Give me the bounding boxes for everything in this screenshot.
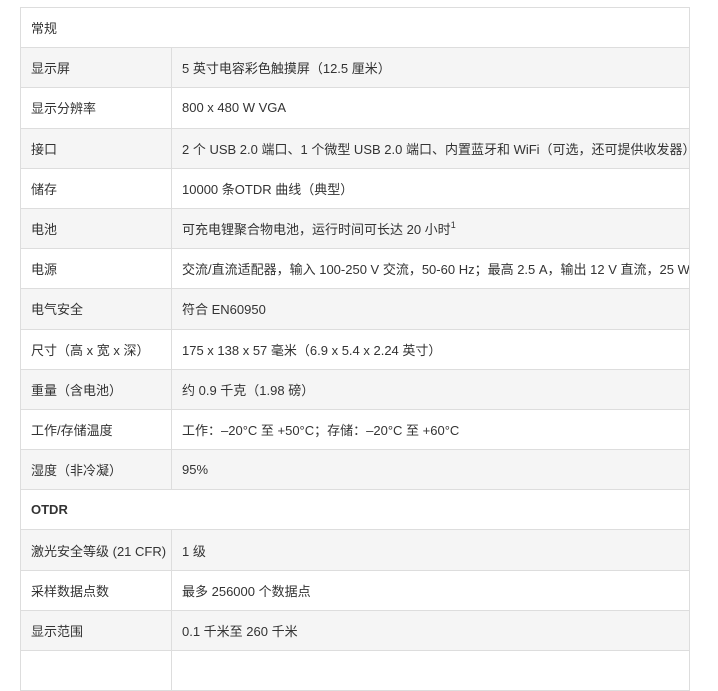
spec-label: 电气安全 bbox=[20, 288, 172, 330]
spec-label: 尺寸（高 x 宽 x 深） bbox=[20, 328, 172, 370]
spec-label: 重量（含电池） bbox=[20, 368, 172, 410]
table-row: 尺寸（高 x 宽 x 深） 175 x 138 x 57 毫米（6.9 x 5.… bbox=[20, 328, 691, 370]
spec-label: 接口 bbox=[20, 127, 172, 169]
spec-value: 1 级 bbox=[170, 529, 691, 571]
spec-label: 激光安全等级 (21 CFR) bbox=[20, 529, 172, 571]
spec-label: 显示分辨率 bbox=[20, 87, 172, 129]
spec-label: 电源 bbox=[20, 248, 172, 290]
spec-value: 0.1 千米至 260 千米 bbox=[170, 609, 691, 652]
table-row: 接口 2 个 USB 2.0 端口、1 个微型 USB 2.0 端口、内置蓝牙和… bbox=[20, 127, 691, 169]
spec-label: 储存 bbox=[20, 167, 172, 209]
table-row: 重量（含电池） 约 0.9 千克（1.98 磅） bbox=[20, 368, 691, 410]
table-row: 储存 10000 条OTDR 曲线（典型） bbox=[20, 167, 691, 209]
table-row: 工作/存储温度 工作：–20°C 至 +50°C；存储：–20°C 至 +60°… bbox=[20, 408, 691, 451]
spec-value: 2 个 USB 2.0 端口、1 个微型 USB 2.0 端口、内置蓝牙和 Wi… bbox=[170, 127, 691, 169]
spec-value: 最多 256000 个数据点 bbox=[170, 569, 691, 611]
section-title: 常规 bbox=[19, 6, 691, 49]
spec-value: 工作：–20°C 至 +50°C；存储：–20°C 至 +60°C bbox=[170, 408, 691, 451]
spec-label: 工作/存储温度 bbox=[20, 408, 172, 451]
table-row-partial bbox=[20, 649, 691, 691]
spec-value: 交流/直流适配器，输入 100-250 V 交流，50-60 Hz；最高 2.5… bbox=[170, 248, 691, 290]
table-row: 采样数据点数 最多 256000 个数据点 bbox=[20, 569, 691, 611]
spec-value: 可充电锂聚合物电池，运行时间可长达 20 小时1 bbox=[170, 207, 691, 250]
table-row: 激光安全等级 (21 CFR) 1 级 bbox=[20, 529, 691, 571]
footnote-marker: 1 bbox=[450, 219, 456, 230]
table-row: 湿度（非冷凝） 95% bbox=[20, 449, 691, 491]
spec-label: 采样数据点数 bbox=[20, 569, 172, 611]
spec-label: 湿度（非冷凝） bbox=[20, 449, 172, 491]
spec-value-empty bbox=[170, 649, 691, 691]
table-row: 显示范围 0.1 千米至 260 千米 bbox=[20, 609, 691, 652]
spec-value: 175 x 138 x 57 毫米（6.9 x 5.4 x 2.24 英寸） bbox=[170, 328, 691, 370]
spec-value: 95% bbox=[170, 449, 691, 491]
section-title: OTDR bbox=[19, 489, 691, 531]
spec-label: 电池 bbox=[20, 207, 172, 250]
spec-value: 约 0.9 千克（1.98 磅） bbox=[170, 368, 691, 410]
table-row: 电气安全 符合 EN60950 bbox=[20, 288, 691, 330]
table-row: 显示分辨率 800 x 480 W VGA bbox=[20, 87, 691, 129]
spec-value: 10000 条OTDR 曲线（典型） bbox=[170, 167, 691, 209]
spec-value-text: 可充电锂聚合物电池，运行时间可长达 20 小时 bbox=[182, 222, 451, 238]
spec-label: 显示范围 bbox=[20, 609, 172, 652]
table-row: 电源 交流/直流适配器，输入 100-250 V 交流，50-60 Hz；最高 … bbox=[20, 248, 691, 290]
spec-value: 5 英寸电容彩色触摸屏（12.5 厘米） bbox=[170, 47, 691, 89]
spec-value: 符合 EN60950 bbox=[170, 288, 691, 330]
spec-label: 显示屏 bbox=[20, 47, 172, 89]
spec-value: 800 x 480 W VGA bbox=[170, 87, 691, 129]
spec-table: 常规 显示屏 5 英寸电容彩色触摸屏（12.5 厘米） 显示分辨率 800 x … bbox=[19, 6, 691, 691]
table-row: 电池 可充电锂聚合物电池，运行时间可长达 20 小时1 bbox=[20, 207, 691, 250]
section-header-otdr: OTDR bbox=[19, 489, 691, 531]
spec-label-empty bbox=[20, 649, 172, 691]
table-row: 显示屏 5 英寸电容彩色触摸屏（12.5 厘米） bbox=[20, 47, 691, 89]
section-header-general: 常规 bbox=[19, 6, 691, 49]
